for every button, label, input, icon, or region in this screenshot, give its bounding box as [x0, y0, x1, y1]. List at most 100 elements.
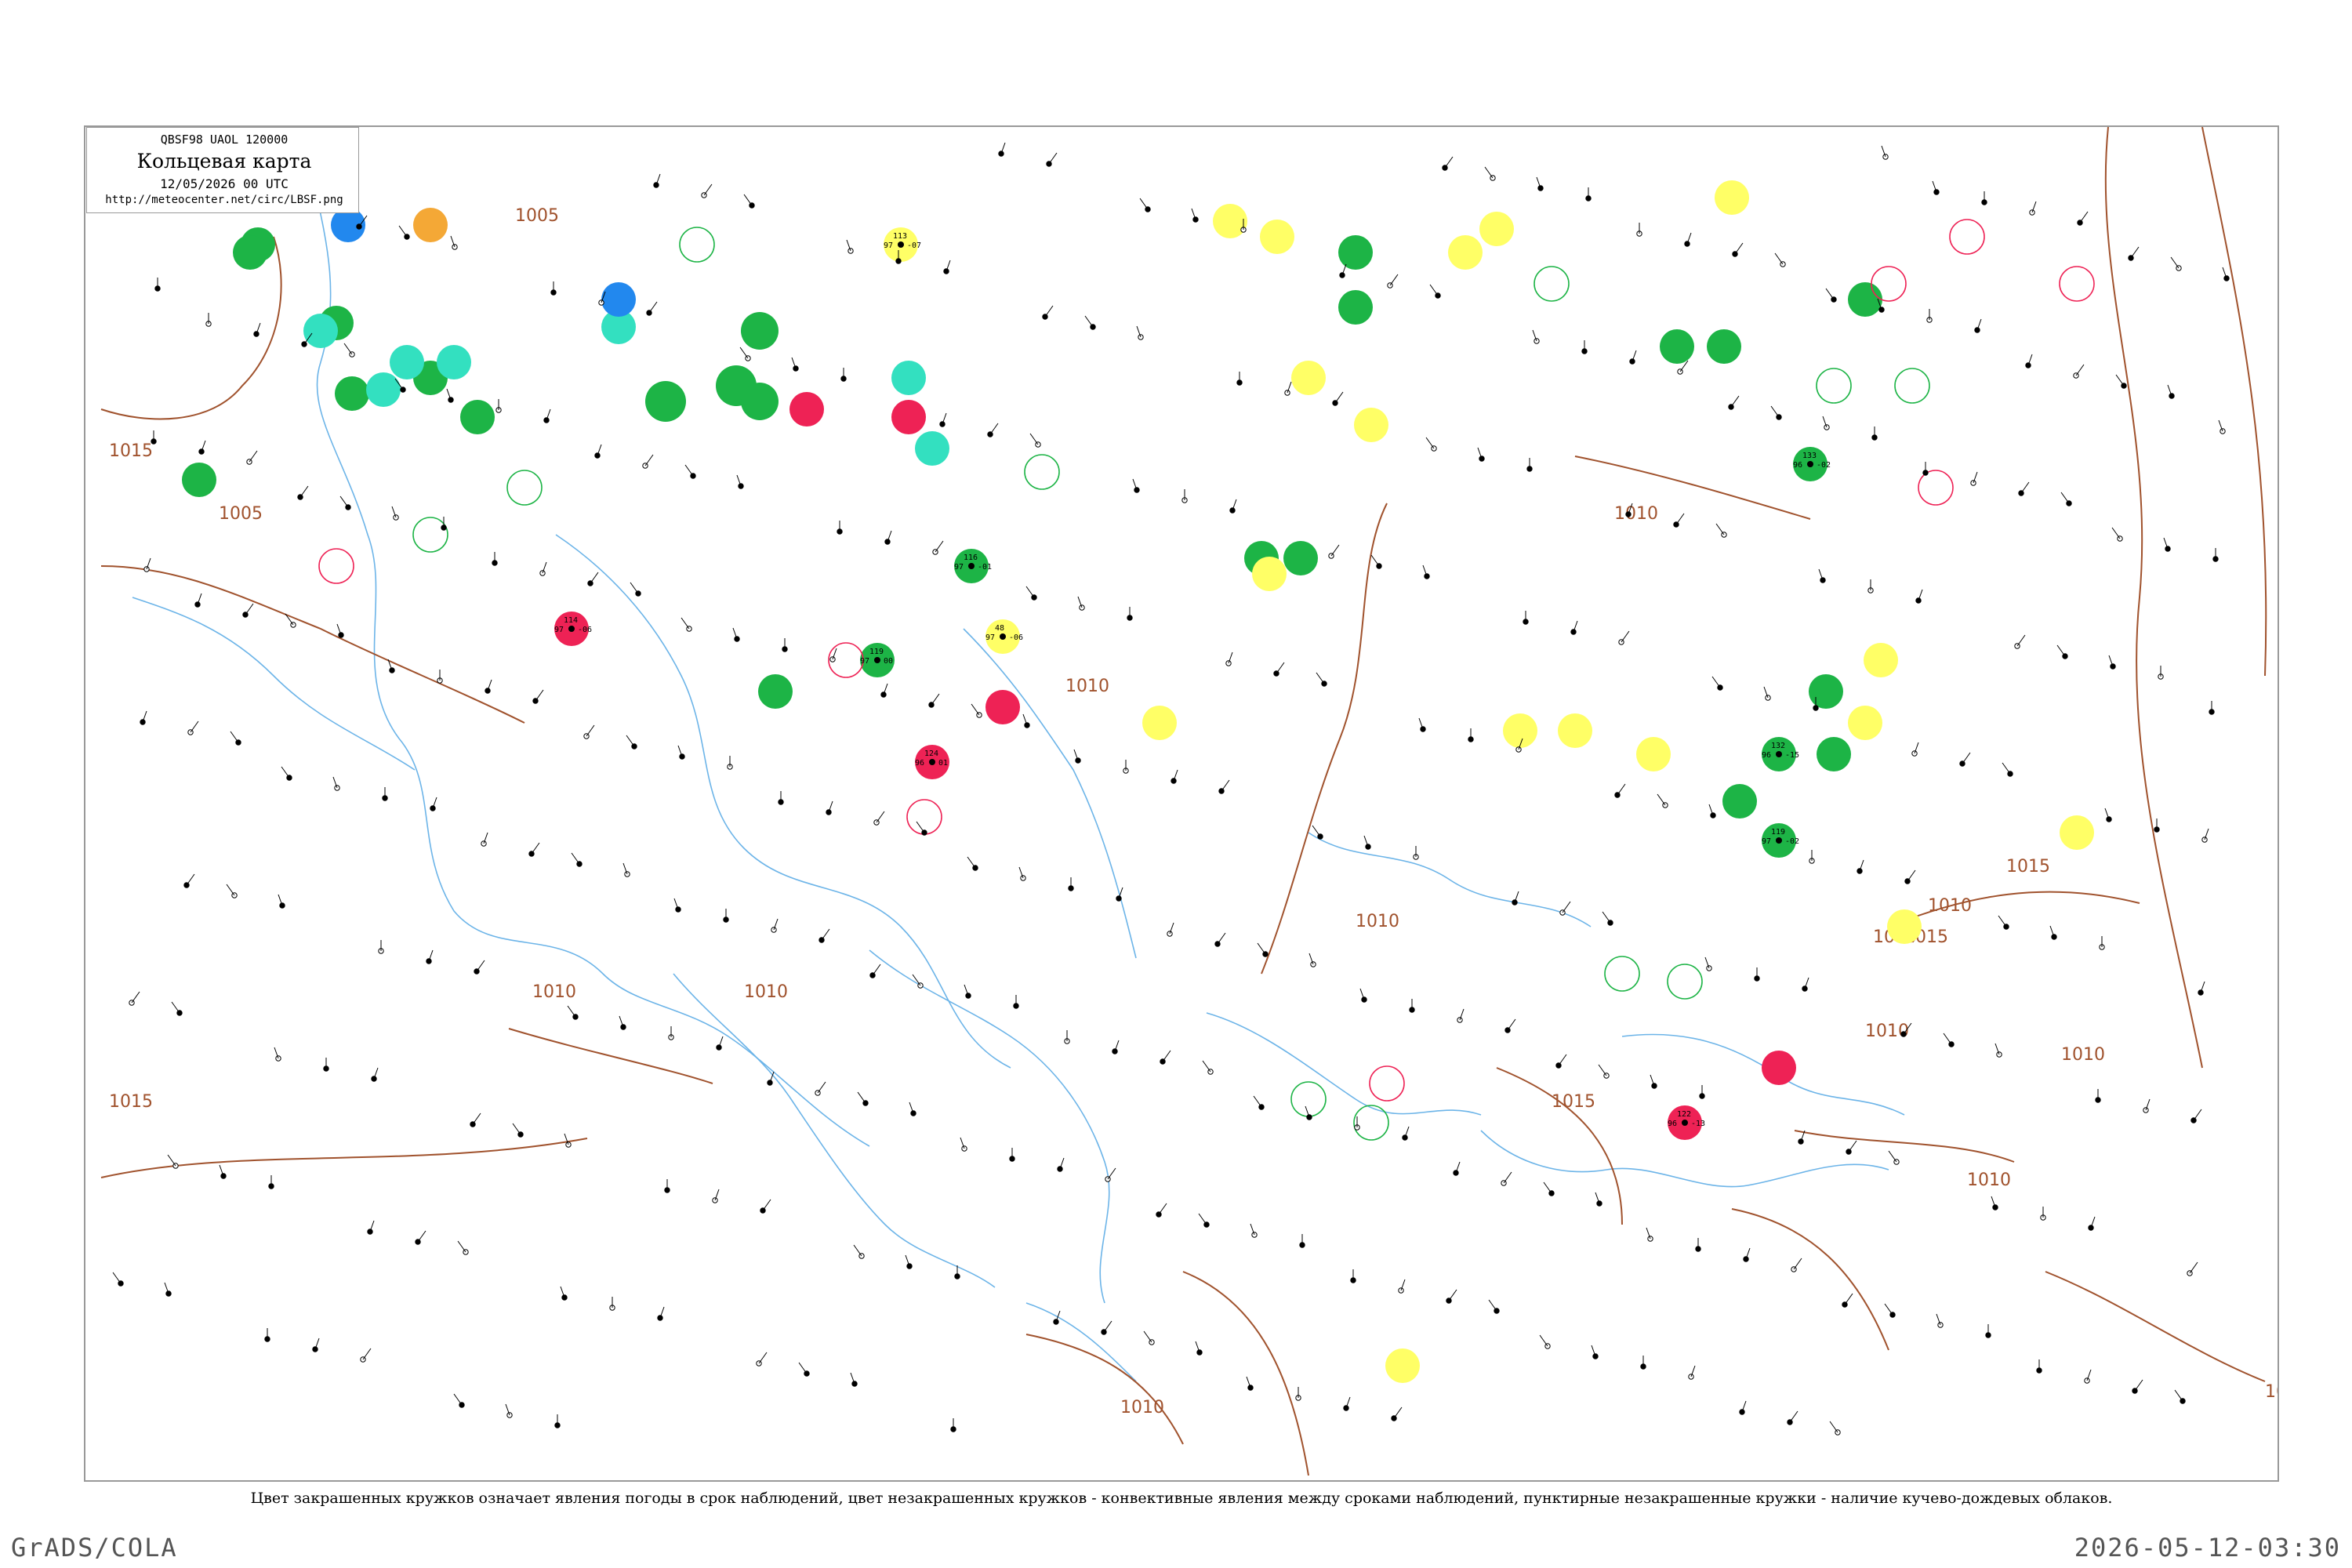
- station-circle-orange[interactable]: [413, 208, 448, 242]
- station-circle-red[interactable]: [1762, 1051, 1796, 1085]
- wind-barb: [1539, 1334, 1548, 1347]
- source-url[interactable]: http://meteocenter.net/circ/LBSF.png: [95, 194, 354, 206]
- station-circle-yellow[interactable]: [1354, 408, 1388, 442]
- wind-barb: [1048, 152, 1058, 165]
- wind-barb: [590, 572, 599, 584]
- wind-barb: [1221, 779, 1230, 792]
- station-circle-green[interactable]: [1707, 329, 1741, 364]
- station-circle-green[interactable]: [1722, 784, 1757, 818]
- station-temp: 97: [1762, 837, 1771, 846]
- wind-barb: [586, 724, 595, 737]
- wind-barb: [1484, 166, 1494, 179]
- wind-barb: [2111, 527, 2121, 539]
- station-circle-yellow[interactable]: [1142, 706, 1177, 740]
- station-circle-yellow[interactable]: [1636, 737, 1671, 771]
- station-circle-yellow[interactable]: [1558, 713, 1592, 748]
- station-circle-yellow[interactable]: [1291, 361, 1326, 395]
- station-circle-blue[interactable]: [601, 282, 636, 317]
- wind-barb: [1139, 198, 1149, 210]
- wind-barb: [1084, 315, 1094, 328]
- wind-barb: [2002, 762, 2011, 775]
- station-circle-yellow[interactable]: [2060, 815, 2094, 850]
- wind-barb: [531, 842, 540, 855]
- isobar-label: 1005: [515, 206, 559, 226]
- station-circle-green[interactable]: [233, 235, 267, 270]
- station-circle-cyan[interactable]: [891, 361, 926, 395]
- station-circle-green[interactable]: [741, 383, 779, 420]
- station-circle-green[interactable]: [460, 400, 495, 434]
- wind-barb: [876, 811, 885, 823]
- wind-barb: [1715, 523, 1725, 535]
- station-circle-cyan[interactable]: [915, 431, 949, 466]
- station-pressure: 132: [1771, 742, 1785, 750]
- wind-barb: [1334, 391, 1344, 404]
- station-circle-yellow[interactable]: [1260, 220, 1294, 254]
- station-circle-yellow[interactable]: [1864, 643, 1898, 677]
- station-pressure: 124: [924, 750, 938, 758]
- station-circle-green[interactable]: [1338, 235, 1373, 270]
- station-circle-green[interactable]: [1809, 674, 1843, 709]
- isobar-label: 101: [2265, 1382, 2279, 1402]
- wind-barb: [2060, 492, 2070, 504]
- station-circle-green[interactable]: [182, 463, 216, 497]
- isobar-label: 1015: [1552, 1092, 1595, 1112]
- station-circle-yellow[interactable]: [1848, 706, 1882, 740]
- isobar-label: 1005: [219, 504, 263, 524]
- station-circle-green[interactable]: [741, 312, 779, 350]
- station-marker: [898, 241, 904, 248]
- wind-barb: [249, 450, 258, 463]
- station-temp: 97: [554, 626, 564, 634]
- wind-barb: [1507, 1018, 1516, 1031]
- station-pressure: 133: [1802, 452, 1817, 460]
- station-circle-green[interactable]: [1848, 282, 1882, 317]
- isobar-label: 1010: [1065, 677, 1109, 696]
- station-circle-red[interactable]: [891, 400, 926, 434]
- wind-barb: [1617, 783, 1626, 796]
- wind-barb: [1793, 1258, 1802, 1270]
- wind-barb: [1774, 252, 1784, 265]
- station-circle-cyan[interactable]: [437, 345, 471, 379]
- station-circle-cyan[interactable]: [390, 345, 424, 379]
- station-circle-yellow[interactable]: [1385, 1348, 1420, 1383]
- wind-barb: [1734, 242, 1744, 255]
- station-circle-green[interactable]: [758, 674, 793, 709]
- station-plots: 11497 -0612496 0111997 0011697 -0111397 -0713…: [108, 139, 2230, 1436]
- station-circle-yellow[interactable]: [1715, 180, 1749, 215]
- wind-barb: [1602, 911, 1611, 924]
- wind-barb: [971, 703, 980, 716]
- station-pressure: 119: [869, 648, 884, 656]
- wind-barb: [230, 731, 239, 743]
- wind-barb: [1848, 1140, 1857, 1152]
- station-circle-yellow[interactable]: [1252, 557, 1287, 591]
- wind-barb: [1393, 1406, 1403, 1419]
- wind-barb: [935, 540, 944, 553]
- station-circle-yellow[interactable]: [1503, 713, 1537, 748]
- wind-barb: [1770, 405, 1780, 418]
- station-circle-yellow[interactable]: [1887, 909, 1922, 944]
- station-circle-cyan[interactable]: [303, 314, 338, 348]
- wind-barb: [1503, 1171, 1512, 1184]
- wind-barb: [912, 974, 921, 986]
- wind-barb: [681, 617, 690, 630]
- station-marker: [1776, 837, 1782, 844]
- station-circle-yellow[interactable]: [1448, 235, 1483, 270]
- wind-barb: [1370, 554, 1380, 567]
- station-circle-green[interactable]: [645, 381, 686, 422]
- station-circle-cyan[interactable]: [366, 372, 401, 407]
- wind-barb: [1888, 1150, 1897, 1163]
- station-circle-green[interactable]: [1283, 541, 1318, 575]
- wind-barb: [343, 343, 353, 355]
- legend-caption: Цвет закрашенных кружков означает явлени…: [250, 1490, 2113, 1507]
- station-circle-green[interactable]: [335, 376, 369, 411]
- station-circle-yellow[interactable]: [1213, 204, 1247, 238]
- station-circle-red[interactable]: [789, 392, 824, 426]
- isobar-label: 1010: [744, 982, 788, 1002]
- station-circle-yellow[interactable]: [1479, 212, 1514, 246]
- station-circle-green[interactable]: [1660, 329, 1694, 364]
- wind-barb: [1198, 1213, 1207, 1225]
- title-box: QBSF98 UAOL 120000 Кольцевая карта 12/05…: [86, 127, 359, 213]
- station-circle-red[interactable]: [985, 690, 1020, 724]
- station-circle-green[interactable]: [1338, 290, 1373, 325]
- wind-barb: [190, 720, 199, 733]
- station-circle-green[interactable]: [1817, 737, 1851, 771]
